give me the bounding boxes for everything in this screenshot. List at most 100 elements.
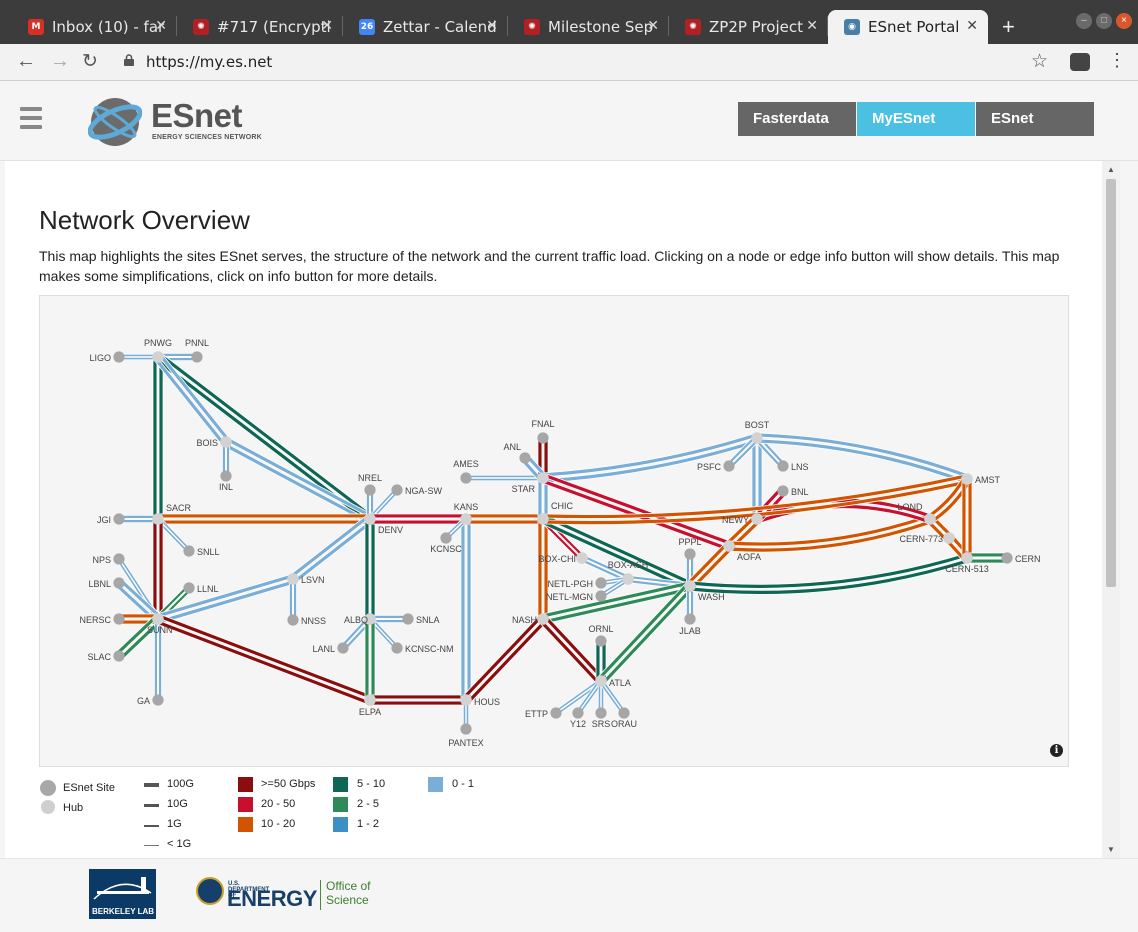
esnet-site-marker[interactable]: [287, 614, 299, 626]
esnet-site-marker[interactable]: [391, 484, 403, 496]
link-cern-513-cern[interactable]: [966, 552, 1007, 564]
node-newy[interactable]: NEWY: [722, 513, 763, 525]
browser-tab[interactable]: ✺ ZP2P Project ✕: [669, 10, 828, 44]
esnet-site-marker[interactable]: [460, 723, 472, 735]
esnet-site-marker[interactable]: [337, 642, 349, 654]
node-y12[interactable]: Y12: [570, 707, 586, 729]
esnet-site-marker[interactable]: [537, 432, 549, 444]
link-pnwg-sacr[interactable]: [152, 357, 164, 519]
esnet-site-marker[interactable]: [777, 460, 789, 472]
link-wash-cern-513[interactable]: [689, 552, 969, 595]
hub-marker[interactable]: [961, 473, 973, 485]
link-lsvn-denv[interactable]: [289, 514, 374, 584]
esnet-site-marker[interactable]: [1001, 552, 1013, 564]
close-tab-icon[interactable]: ✕: [647, 18, 659, 34]
browser-tab[interactable]: ✺ Milestone Sep ✕: [508, 10, 669, 44]
forward-icon[interactable]: →: [50, 50, 70, 73]
esnet-site-marker[interactable]: [152, 694, 164, 706]
hub-marker[interactable]: [576, 552, 588, 564]
esnet-site-marker[interactable]: [183, 582, 195, 594]
esnet-site-marker[interactable]: [220, 470, 232, 482]
node-lsvn[interactable]: LSVN: [287, 573, 325, 585]
esnet-site-marker[interactable]: [595, 707, 607, 719]
nav-fasterdata[interactable]: Fasterdata: [738, 102, 856, 136]
hub-marker[interactable]: [152, 513, 164, 525]
link-ligo-pnwg[interactable]: [118, 353, 158, 361]
hub-marker[interactable]: [924, 513, 936, 525]
hub-marker[interactable]: [460, 513, 472, 525]
browser-menu-icon[interactable]: ⋮: [1108, 50, 1126, 71]
node-llnl[interactable]: LLNL: [183, 582, 219, 594]
scrollbar-thumb[interactable]: [1106, 179, 1116, 587]
link-sacr-denv[interactable]: [157, 513, 370, 525]
browser-tab[interactable]: ◉ ESnet Portal ✕: [828, 10, 988, 44]
hub-marker[interactable]: [684, 580, 696, 592]
node-nersc[interactable]: NERSC: [79, 613, 125, 625]
node-lns[interactable]: LNS: [777, 460, 809, 472]
node-kcnsc-nm[interactable]: KCNSC-NM: [391, 642, 454, 654]
link-star-bost[interactable]: [542, 432, 759, 484]
browser-tab[interactable]: 26 Zettar - Calend ✕: [343, 10, 508, 44]
node-orau[interactable]: ORAU: [611, 707, 637, 729]
link-bost-amst[interactable]: [756, 432, 969, 485]
link-hous-nash[interactable]: [462, 615, 547, 704]
node-netl-mgn[interactable]: NETL-MGN: [546, 590, 607, 602]
hub-marker[interactable]: [220, 436, 232, 448]
hub-marker[interactable]: [537, 472, 549, 484]
hub-marker[interactable]: [723, 540, 735, 552]
node-anl[interactable]: ANL: [503, 442, 531, 464]
node-snll[interactable]: SNLL: [183, 545, 220, 557]
browser-tab[interactable]: ✺ #717 (Encrypti ✕: [177, 10, 343, 44]
node-box-chi[interactable]: BOX-CHI: [538, 552, 588, 564]
berkeley-lab-logo[interactable]: BERKELEY LAB: [89, 869, 156, 919]
close-tab-icon[interactable]: ✕: [966, 18, 978, 34]
esnet-site-marker[interactable]: [460, 472, 472, 484]
new-tab-button[interactable]: +: [1002, 14, 1015, 40]
link-elpa-hous[interactable]: [369, 694, 466, 706]
node-snla[interactable]: SNLA: [402, 613, 440, 625]
bookmark-star-icon[interactable]: ☆: [1031, 50, 1048, 73]
esnet-site-marker[interactable]: [113, 613, 125, 625]
esnet-site-marker[interactable]: [402, 613, 414, 625]
node-ornl[interactable]: ORNL: [588, 624, 614, 647]
node-srs[interactable]: SRS: [592, 707, 611, 729]
node-ga[interactable]: GA: [137, 694, 164, 706]
node-kcnsc[interactable]: KCNSC: [430, 532, 462, 554]
close-window-icon[interactable]: ×: [1116, 13, 1132, 29]
back-icon[interactable]: ←: [16, 50, 36, 73]
node-pppl[interactable]: PPPL: [678, 537, 702, 560]
close-tab-icon[interactable]: ✕: [486, 18, 498, 34]
node-nnss[interactable]: NNSS: [287, 614, 326, 626]
scroll-up-icon[interactable]: ▲: [1107, 165, 1115, 174]
link-hous-kans[interactable]: [460, 519, 472, 700]
hub-marker[interactable]: [152, 613, 164, 625]
hub-marker[interactable]: [460, 694, 472, 706]
esnet-site-marker[interactable]: [618, 707, 630, 719]
close-tab-icon[interactable]: ✕: [806, 18, 818, 34]
node-lbnl[interactable]: LBNL: [88, 577, 125, 589]
hub-marker[interactable]: [595, 675, 607, 687]
esnet-site-marker[interactable]: [113, 351, 125, 363]
node-lanl[interactable]: LANL: [312, 642, 349, 654]
node-cern[interactable]: CERN: [1001, 552, 1041, 564]
esnet-site-marker[interactable]: [191, 351, 203, 363]
node-amst[interactable]: AMST: [961, 473, 1001, 485]
link-sunn-elpa[interactable]: [156, 613, 372, 706]
esnet-site-marker[interactable]: [113, 650, 125, 662]
map-info-icon[interactable]: i: [1050, 744, 1063, 757]
esnet-site-marker[interactable]: [113, 513, 125, 525]
node-cern-773[interactable]: CERN-773: [899, 532, 955, 544]
maximize-icon[interactable]: □: [1096, 13, 1112, 29]
esnet-site-marker[interactable]: [777, 485, 789, 497]
esnet-site-marker[interactable]: [684, 613, 696, 625]
link-lsvn-nnss[interactable]: [289, 578, 297, 620]
link-chic-nash[interactable]: [537, 518, 549, 619]
node-jlab[interactable]: JLAB: [679, 613, 701, 636]
link-denv-kans[interactable]: [369, 513, 466, 525]
node-ligo[interactable]: LIGO: [89, 351, 125, 363]
node-nps[interactable]: NPS: [92, 553, 125, 565]
hub-marker[interactable]: [943, 532, 955, 544]
close-tab-icon[interactable]: ✕: [155, 18, 167, 34]
link-pnwg-denv[interactable]: [154, 352, 374, 524]
hub-marker[interactable]: [152, 351, 164, 363]
